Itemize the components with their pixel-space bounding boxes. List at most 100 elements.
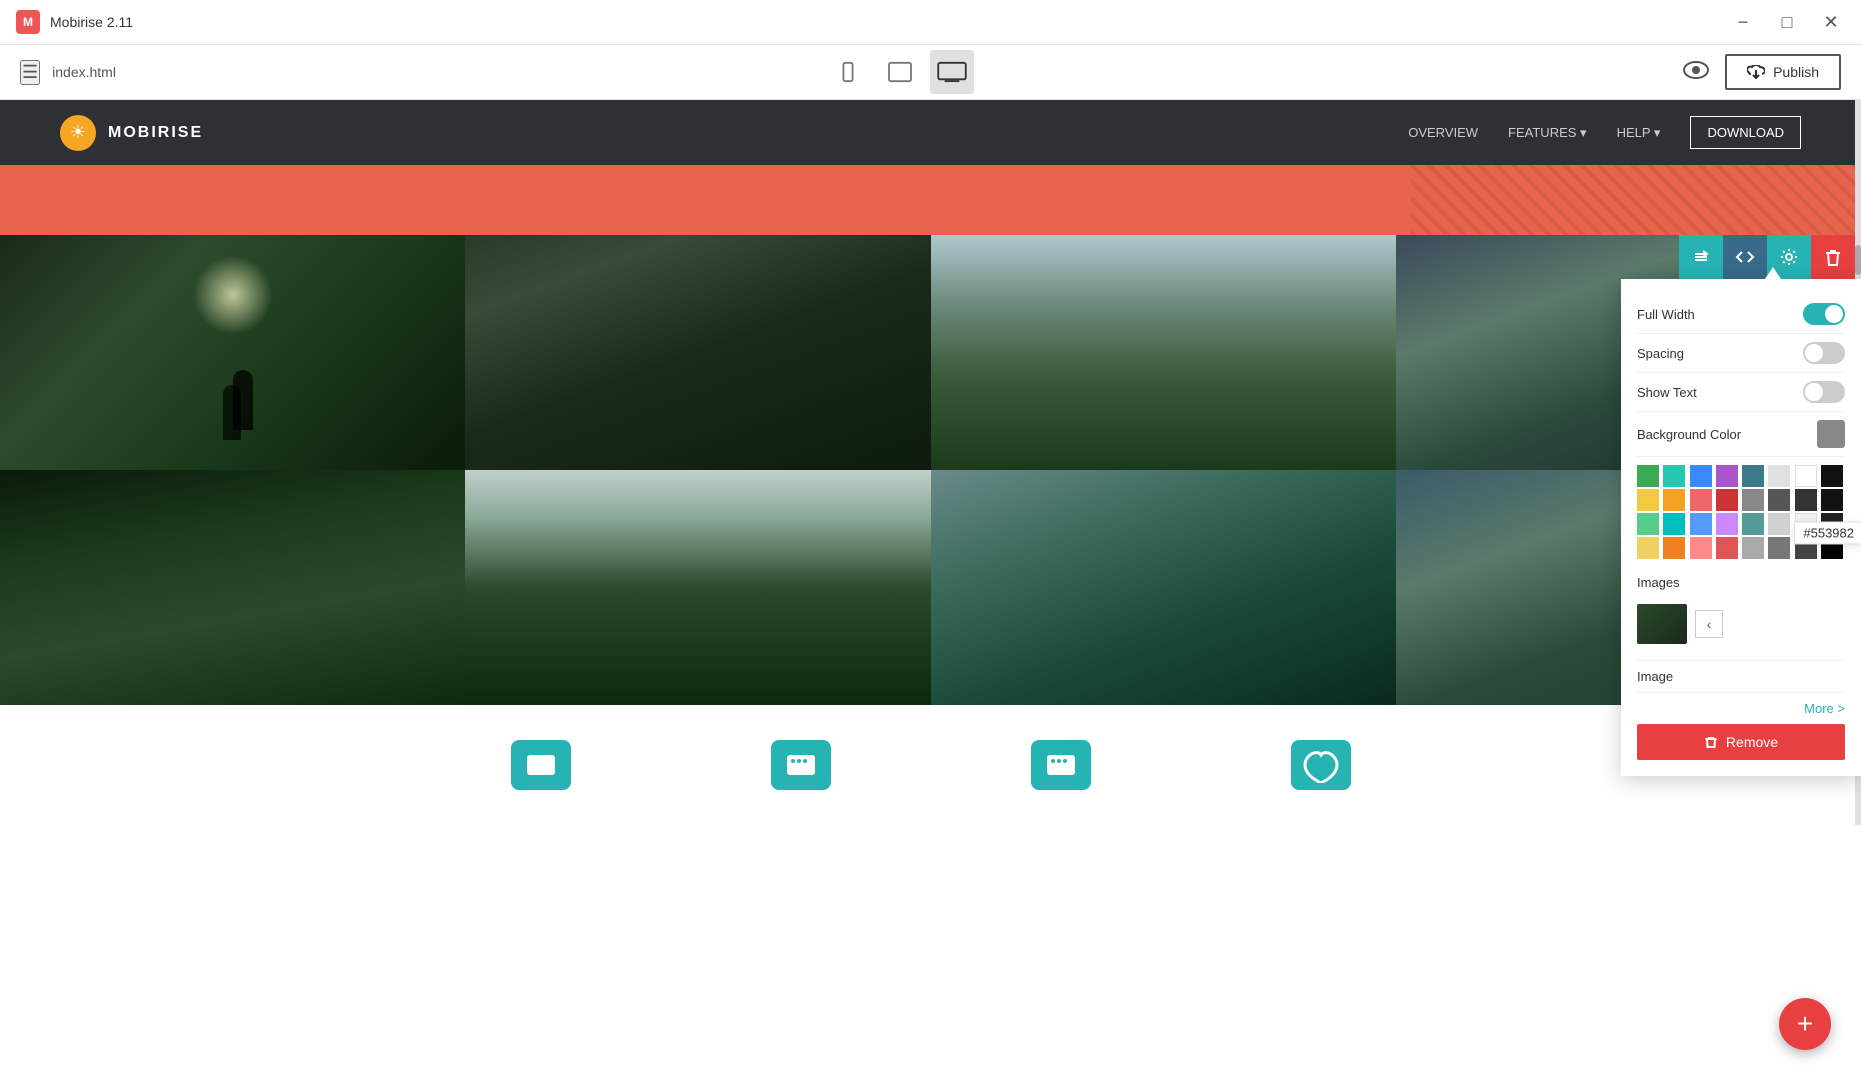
spacing-toggle[interactable] (1803, 342, 1845, 364)
color-dark-gray[interactable] (1768, 489, 1790, 511)
features-section (0, 705, 1861, 825)
feature-shape-2 (771, 740, 831, 790)
title-bar-left: M Mobirise 2.11 (16, 10, 133, 34)
publish-label: Publish (1773, 64, 1819, 80)
color-gray-med[interactable] (1742, 537, 1764, 559)
publish-button[interactable]: Publish (1725, 54, 1841, 90)
gallery-image-1 (0, 235, 465, 470)
feature-icon-3 (1031, 740, 1091, 790)
full-width-toggle[interactable] (1803, 303, 1845, 325)
panel-chevron (1765, 267, 1781, 279)
color-dark-teal[interactable] (1742, 465, 1764, 487)
minimize-button[interactable]: − (1729, 8, 1757, 36)
color-grid (1637, 465, 1845, 559)
mobile-view-button[interactable] (826, 50, 870, 94)
color-near-black[interactable] (1821, 489, 1843, 511)
code-block-button[interactable] (1723, 235, 1767, 279)
image-gallery (0, 235, 1861, 705)
gallery-cell-5 (0, 470, 465, 705)
color-violet[interactable] (1716, 513, 1738, 535)
spacing-row: Spacing (1637, 334, 1845, 373)
nav-help[interactable]: HELP ▾ (1617, 125, 1661, 141)
show-text-row: Show Text (1637, 373, 1845, 412)
gallery-image-3 (931, 235, 1396, 470)
gallery-image-6 (465, 470, 930, 705)
bg-color-label: Background Color (1637, 427, 1741, 442)
full-width-label: Full Width (1637, 307, 1695, 322)
color-mint[interactable] (1637, 513, 1659, 535)
show-text-toggle[interactable] (1803, 381, 1845, 403)
images-prev-button[interactable]: ‹ (1695, 610, 1723, 638)
hex-value-display: #553982 (1794, 522, 1861, 545)
gallery-image-7 (931, 470, 1396, 705)
site-logo-text: MOBIRISE (108, 124, 203, 142)
images-label: Images (1637, 575, 1680, 590)
scrollbar-thumb[interactable] (1855, 245, 1861, 275)
site-logo: ☀ MOBIRISE (60, 115, 203, 151)
color-amber[interactable] (1663, 537, 1685, 559)
file-name: index.html (52, 64, 116, 80)
color-red[interactable] (1716, 489, 1738, 511)
color-slate[interactable] (1742, 513, 1764, 535)
site-navbar: ☀ MOBIRISE OVERVIEW FEATURES ▾ HELP ▾ DO… (0, 100, 1861, 165)
maximize-button[interactable]: □ (1773, 8, 1801, 36)
spacing-label: Spacing (1637, 346, 1684, 361)
hamburger-menu[interactable]: ☰ (20, 60, 40, 85)
color-purple[interactable] (1716, 465, 1738, 487)
nav-features[interactable]: FEATURES ▾ (1508, 125, 1587, 141)
image-label: Image (1637, 669, 1673, 684)
color-cyan[interactable] (1663, 513, 1685, 535)
gallery-cell-6 (465, 470, 930, 705)
gallery-cell-1 (0, 235, 465, 470)
show-text-label: Show Text (1637, 385, 1697, 400)
close-button[interactable]: ✕ (1817, 8, 1845, 36)
color-crimson[interactable] (1716, 537, 1738, 559)
feature-icon-2 (771, 740, 831, 790)
image-row: Image (1637, 661, 1845, 693)
feature-icon-1 (511, 740, 571, 790)
site-nav: OVERVIEW FEATURES ▾ HELP ▾ DOWNLOAD (1408, 116, 1801, 149)
gallery-section: Full Width Spacing Show Text Background … (0, 235, 1861, 705)
image-thumb-1[interactable] (1637, 604, 1687, 644)
feature-shape-4 (1291, 740, 1351, 790)
preview-button[interactable] (1683, 59, 1709, 85)
color-salmon[interactable] (1690, 537, 1712, 559)
title-bar: M Mobirise 2.11 − □ ✕ (0, 0, 1861, 45)
more-link[interactable]: More > (1637, 701, 1845, 716)
color-gold[interactable] (1637, 537, 1659, 559)
nav-overview[interactable]: OVERVIEW (1408, 125, 1478, 140)
sort-block-button[interactable] (1679, 235, 1723, 279)
add-block-button[interactable]: + (1779, 998, 1831, 1050)
color-swatch-area: #553982 (1637, 465, 1845, 559)
color-red-light[interactable] (1690, 489, 1712, 511)
color-mid-gray[interactable] (1742, 489, 1764, 511)
tablet-view-button[interactable] (878, 50, 922, 94)
site-logo-icon: ☀ (60, 115, 96, 151)
color-cornflower[interactable] (1690, 513, 1712, 535)
remove-button[interactable]: Remove (1637, 724, 1845, 760)
color-black[interactable] (1821, 465, 1843, 487)
nav-download-button[interactable]: DOWNLOAD (1690, 116, 1801, 149)
color-light-gray[interactable] (1768, 465, 1790, 487)
bg-color-row: Background Color (1637, 412, 1845, 457)
images-thumbnails: ‹ (1637, 604, 1723, 644)
color-green[interactable] (1637, 465, 1659, 487)
color-yellow[interactable] (1637, 489, 1659, 511)
color-charcoal[interactable] (1795, 489, 1817, 511)
bg-color-swatch[interactable] (1817, 420, 1845, 448)
color-teal[interactable] (1663, 465, 1685, 487)
color-gray-dark2[interactable] (1768, 537, 1790, 559)
color-silver[interactable] (1768, 513, 1790, 535)
full-width-row: Full Width (1637, 295, 1845, 334)
color-orange[interactable] (1663, 489, 1685, 511)
color-blue[interactable] (1690, 465, 1712, 487)
gallery-image-5 (0, 470, 465, 705)
color-white[interactable] (1795, 465, 1817, 487)
feature-shape-3 (1031, 740, 1091, 790)
settings-panel: Full Width Spacing Show Text Background … (1621, 279, 1861, 776)
gallery-cell-7 (931, 470, 1396, 705)
delete-block-button[interactable] (1811, 235, 1855, 279)
toolbar: ☰ index.html (0, 45, 1861, 100)
desktop-view-button[interactable] (930, 50, 974, 94)
app-logo: M (16, 10, 40, 34)
